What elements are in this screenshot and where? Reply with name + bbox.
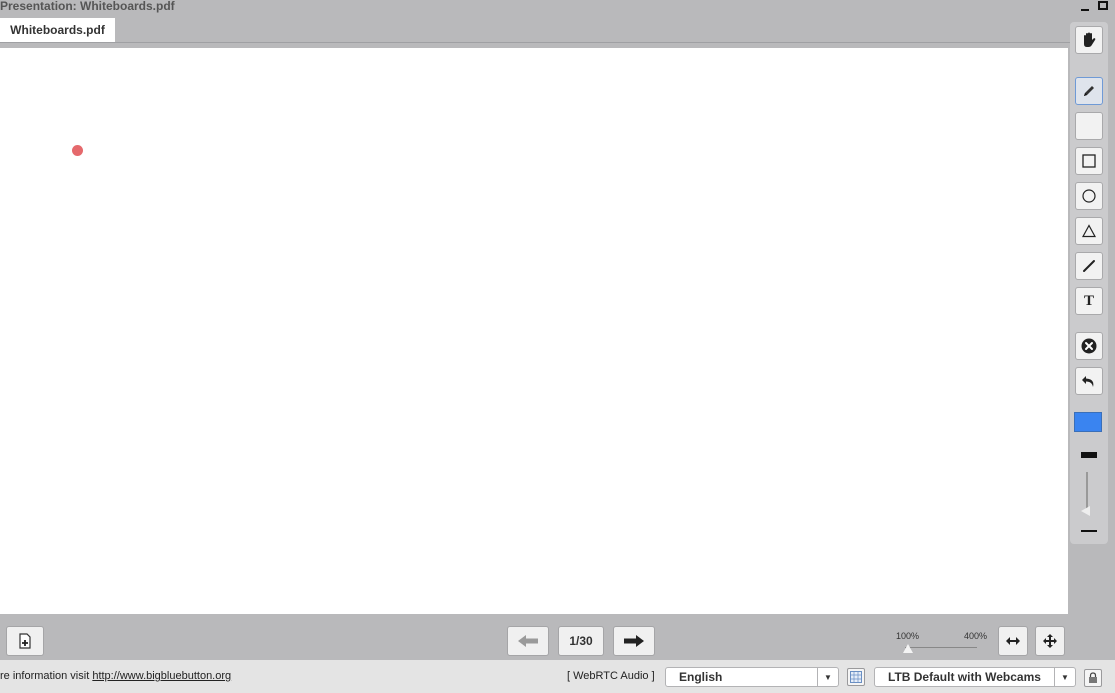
zoom-slider-thumb[interactable]: [903, 644, 913, 653]
undo-button[interactable]: [1075, 367, 1103, 395]
color-picker-button[interactable]: [1074, 412, 1102, 432]
bigbluebutton-link[interactable]: http://www.bigbluebutton.org: [92, 670, 231, 682]
next-slide-button[interactable]: [613, 626, 655, 656]
tab-whiteboards-pdf[interactable]: Whiteboards.pdf: [0, 18, 115, 42]
presenter-cursor: [72, 145, 83, 156]
info-prefix: re information visit: [0, 670, 90, 682]
zoom-max-label: 400%: [964, 631, 988, 641]
line-icon: [1083, 260, 1095, 272]
maximize-button[interactable]: [1098, 1, 1108, 10]
circle-icon: [1082, 189, 1096, 203]
lock-icon: [1089, 672, 1097, 683]
triangle-tool-button[interactable]: [1075, 217, 1103, 245]
upload-presentation-button[interactable]: [6, 626, 44, 656]
lock-layout-button[interactable]: [1084, 669, 1102, 687]
clear-icon: [1081, 338, 1097, 354]
zoom-slider-track[interactable]: [905, 647, 977, 648]
grid-icon: [850, 671, 862, 683]
info-text: re information visit http://www.bigblueb…: [0, 670, 231, 682]
fit-page-button[interactable]: [1035, 626, 1065, 656]
thickness-slider-thumb[interactable]: [1081, 506, 1090, 516]
upload-document-icon: [19, 633, 31, 649]
presentation-controls: 1/30 100% 400%: [0, 614, 1115, 660]
line-tool-button[interactable]: [1075, 252, 1103, 280]
window-title: Presentation: Whiteboards.pdf: [0, 0, 175, 13]
page-number-button[interactable]: 1/30: [558, 626, 604, 656]
layout-grid-button[interactable]: [847, 668, 865, 686]
layout-value: LTB Default with Webcams: [888, 670, 1041, 684]
thickness-max-indicator: [1081, 452, 1097, 458]
tab-strip: Whiteboards.pdf: [0, 18, 1070, 43]
thickness-min-indicator: [1081, 530, 1097, 532]
minimize-button[interactable]: [1080, 1, 1090, 11]
text-icon: T: [1083, 292, 1094, 309]
whiteboard-toolbar: T: [1070, 22, 1108, 544]
chevron-down-icon: ▼: [817, 668, 838, 686]
ellipse-tool-button[interactable]: [1075, 182, 1103, 210]
hand-icon: [1084, 32, 1096, 47]
language-select[interactable]: English ▼: [665, 667, 839, 687]
previous-slide-button[interactable]: [507, 626, 549, 656]
pencil-tool-button[interactable]: [1075, 77, 1103, 105]
language-value: English: [679, 670, 723, 684]
blank-tool-button[interactable]: [1075, 112, 1103, 140]
pencil-icon: [1084, 86, 1094, 96]
text-tool-button[interactable]: T: [1075, 287, 1103, 315]
fit-width-button[interactable]: [998, 626, 1028, 656]
rectangle-icon: [1082, 154, 1096, 168]
zoom-min-label: 100%: [896, 631, 920, 641]
status-bar: re information visit http://www.bigblueb…: [0, 660, 1115, 693]
rectangle-tool-button[interactable]: [1075, 147, 1103, 175]
whiteboard-canvas[interactable]: [0, 48, 1068, 614]
audio-status: [ WebRTC Audio ]: [567, 670, 655, 682]
window-titlebar: Presentation: Whiteboards.pdf: [0, 0, 1115, 16]
page-number-label: 1/30: [569, 634, 593, 648]
triangle-icon: [1081, 224, 1097, 238]
fit-width-icon: [1006, 637, 1020, 645]
move-arrows-icon: [1043, 634, 1057, 648]
layout-select[interactable]: LTB Default with Webcams ▼: [874, 667, 1076, 687]
arrow-left-icon: [518, 635, 538, 647]
chevron-down-icon: ▼: [1054, 668, 1075, 686]
pan-tool-button[interactable]: [1075, 26, 1103, 54]
undo-icon: [1082, 376, 1094, 387]
arrow-right-icon: [624, 635, 644, 647]
clear-board-button[interactable]: [1075, 332, 1103, 360]
